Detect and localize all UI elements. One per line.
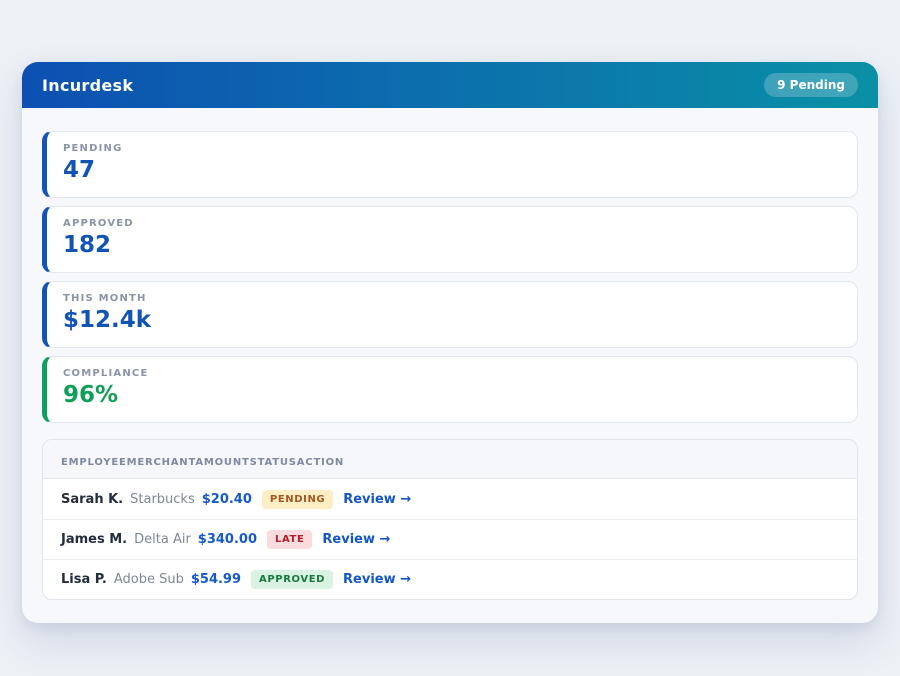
amount-value: $340.00 bbox=[198, 532, 257, 547]
employee-name: Sarah K. bbox=[61, 492, 123, 507]
transactions-table: EMPLOYEEMERCHANTAMOUNTSTATUSACTION Sarah… bbox=[42, 439, 858, 600]
stat-value: 96% bbox=[63, 382, 841, 410]
status-badge: APPROVED bbox=[251, 570, 333, 589]
merchant-name: Delta Air bbox=[134, 532, 191, 547]
amount-value: $20.40 bbox=[202, 492, 252, 507]
stat-value: 182 bbox=[63, 232, 841, 260]
table-row: Lisa P. Adobe Sub $54.99 APPROVED Review… bbox=[43, 559, 857, 599]
app-title: Incurdesk bbox=[42, 76, 133, 95]
app-header: Incurdesk 9 Pending bbox=[22, 62, 878, 108]
stat-label: PENDING bbox=[63, 143, 841, 154]
column-header-employee: EMPLOYEE bbox=[61, 457, 127, 468]
table-header-row: EMPLOYEEMERCHANTAMOUNTSTATUSACTION bbox=[43, 440, 857, 479]
stat-value: $12.4k bbox=[63, 307, 841, 335]
stat-card-pending: PENDING 47 bbox=[42, 131, 858, 198]
column-header-action: ACTION bbox=[297, 457, 344, 468]
column-header-status: STATUS bbox=[250, 457, 297, 468]
status-badge: LATE bbox=[267, 530, 312, 549]
amount-value: $54.99 bbox=[191, 572, 241, 587]
pending-count-badge: 9 Pending bbox=[764, 73, 858, 97]
stat-card-compliance: COMPLIANCE 96% bbox=[42, 356, 858, 423]
merchant-name: Adobe Sub bbox=[114, 572, 184, 587]
review-link[interactable]: Review → bbox=[343, 572, 411, 587]
column-header-amount: AMOUNT bbox=[195, 457, 249, 468]
table-row: James M. Delta Air $340.00 LATE Review → bbox=[43, 519, 857, 559]
stat-label: THIS MONTH bbox=[63, 293, 841, 304]
stat-card-this-month: THIS MONTH $12.4k bbox=[42, 281, 858, 348]
review-link[interactable]: Review → bbox=[343, 492, 411, 507]
stat-label: COMPLIANCE bbox=[63, 368, 841, 379]
employee-name: Lisa P. bbox=[61, 572, 107, 587]
column-header-merchant: MERCHANT bbox=[127, 457, 196, 468]
app-card: Incurdesk 9 Pending PENDING 47 APPROVED … bbox=[22, 62, 878, 623]
stat-value: 47 bbox=[63, 157, 841, 185]
main-content: PENDING 47 APPROVED 182 THIS MONTH $12.4… bbox=[22, 108, 878, 623]
merchant-name: Starbucks bbox=[130, 492, 195, 507]
stat-label: APPROVED bbox=[63, 218, 841, 229]
review-link[interactable]: Review → bbox=[322, 532, 390, 547]
employee-name: James M. bbox=[61, 532, 127, 547]
status-badge: PENDING bbox=[262, 490, 333, 509]
table-row: Sarah K. Starbucks $20.40 PENDING Review… bbox=[43, 479, 857, 519]
stat-card-approved: APPROVED 182 bbox=[42, 206, 858, 273]
